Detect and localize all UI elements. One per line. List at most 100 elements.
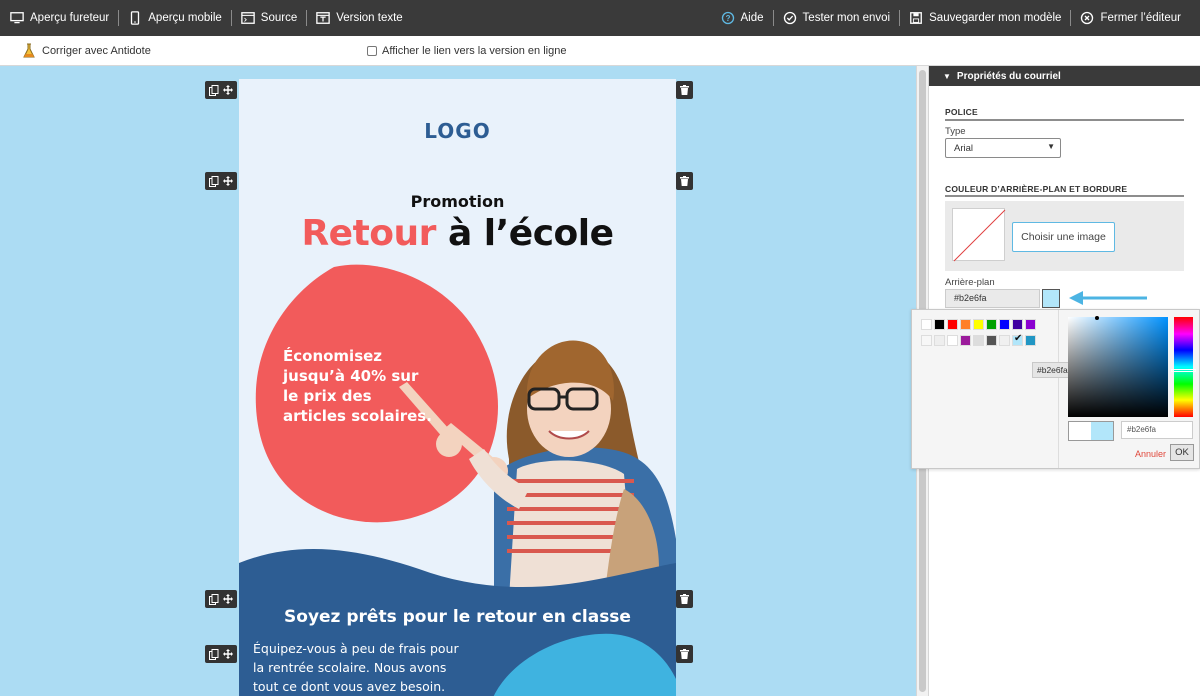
section-divider — [945, 195, 1184, 197]
bg-section-title: COULEUR D’ARRIÈRE-PLAN ET BORDURE — [945, 184, 1128, 194]
palette-swatch[interactable] — [986, 319, 997, 330]
svg-text:?: ? — [725, 14, 730, 23]
offer-text: Économisez jusqu’à 40% sur le prix des a… — [283, 347, 432, 425]
help-button[interactable]: ? Aide — [721, 11, 773, 25]
palette-swatch[interactable] — [921, 335, 932, 346]
block-handle-left[interactable] — [205, 172, 237, 190]
block-handle-left[interactable] — [205, 645, 237, 663]
block-handle-right[interactable] — [676, 645, 693, 663]
dropdown-arrow-icon: ▼ — [1047, 142, 1055, 151]
checkmark-icon: ✔ — [1014, 333, 1023, 344]
background-color-swatch[interactable] — [1042, 289, 1060, 308]
font-type-select[interactable]: Arial ▼ — [945, 138, 1061, 158]
text-version-label: Version texte — [336, 12, 403, 24]
background-hex-input[interactable]: #b2e6fa — [945, 289, 1040, 308]
panel-header[interactable]: ▼ Propriétés du courriel — [929, 66, 1200, 86]
mobile-preview-button[interactable]: Aperçu mobile — [119, 11, 231, 25]
block-handle-right[interactable] — [676, 81, 693, 99]
palette-swatch[interactable] — [934, 319, 945, 330]
headline-rest: à l’école — [435, 213, 614, 254]
current-color — [1091, 422, 1113, 440]
arrow-left-icon — [1069, 291, 1147, 305]
close-editor-label: Fermer l’éditeur — [1100, 12, 1181, 24]
section-divider — [945, 119, 1184, 121]
secondary-toolbar: Corriger avec Antidote Afficher le lien … — [0, 36, 1200, 66]
move-icon — [223, 85, 233, 95]
no-image-swatch[interactable] — [952, 208, 1006, 262]
email-preview: LOGO Promotion Retour à l’école Économis… — [239, 79, 676, 696]
text-document-icon — [316, 12, 330, 24]
palette-swatch[interactable] — [921, 319, 932, 330]
saturation-marker[interactable] — [1095, 316, 1099, 320]
mobile-preview-label: Aperçu mobile — [148, 12, 222, 24]
previous-color — [1069, 422, 1091, 440]
color-tooltip: #b2e6fa — [1032, 362, 1073, 378]
source-button[interactable]: Source — [232, 11, 306, 25]
section-body: Équipez-vous à peu de frais pour la rent… — [253, 641, 459, 694]
help-icon: ? — [721, 11, 734, 25]
cancel-link[interactable]: Annuler — [1135, 449, 1166, 459]
save-template-button[interactable]: Sauvegarder mon modèle — [900, 11, 1070, 25]
palette-swatch[interactable] — [947, 319, 958, 330]
text-version-button[interactable]: Version texte — [307, 11, 411, 25]
color-compare — [1068, 421, 1114, 441]
palette-swatch[interactable] — [1012, 319, 1023, 330]
save-disk-icon — [910, 12, 923, 24]
palette-swatch[interactable] — [973, 319, 984, 330]
antidote-label: Corriger avec Antidote — [42, 44, 151, 57]
palette-swatch[interactable] — [973, 335, 984, 346]
trash-icon — [680, 649, 689, 659]
font-section-title: POLICE — [945, 107, 978, 117]
section-title: Soyez prêts pour le retour en classe — [284, 607, 631, 627]
panel-title: Propriétés du courriel — [956, 70, 1061, 82]
font-type-value: Arial — [954, 143, 974, 154]
editor-canvas: LOGO Promotion Retour à l’école Économis… — [0, 66, 916, 696]
browser-preview-label: Aperçu fureteur — [30, 12, 110, 24]
palette-swatch[interactable] — [999, 319, 1010, 330]
picker-hex-input[interactable]: #b2e6fa — [1121, 421, 1193, 439]
copy-icon — [209, 648, 219, 660]
palette-swatch[interactable] — [1025, 319, 1036, 330]
choose-image-button[interactable]: Choisir une image — [1012, 222, 1115, 252]
antidote-button[interactable]: Corriger avec Antidote — [22, 43, 151, 59]
move-icon — [223, 649, 233, 659]
move-icon — [223, 176, 233, 186]
palette-swatch[interactable] — [934, 335, 945, 346]
palette-row — [921, 319, 1036, 330]
copy-icon — [209, 593, 219, 605]
save-template-label: Sauvegarder mon modèle — [929, 12, 1062, 24]
test-send-button[interactable]: Tester mon envoi — [774, 11, 900, 25]
headline-highlight: Retour — [301, 213, 436, 254]
palette-swatch[interactable] — [947, 335, 958, 346]
trash-icon — [680, 85, 689, 95]
saturation-field[interactable] — [1068, 317, 1168, 417]
copy-icon — [209, 84, 219, 96]
copy-icon — [209, 175, 219, 187]
email-logo: LOGO — [424, 119, 491, 143]
block-handle-left[interactable] — [205, 590, 237, 608]
block-handle-left[interactable] — [205, 81, 237, 99]
palette-swatch[interactable] — [960, 319, 971, 330]
code-window-icon — [241, 12, 255, 24]
palette-swatch[interactable] — [999, 335, 1010, 346]
hue-slider[interactable] — [1174, 317, 1193, 417]
browser-preview-button[interactable]: Aperçu fureteur — [10, 11, 118, 25]
palette-swatch[interactable] — [986, 335, 997, 346]
email-headline: Retour à l’école — [239, 213, 676, 254]
check-circle-icon — [783, 11, 796, 25]
color-palette: ✔ #b2e6fa — [912, 310, 1073, 468]
block-handle-right[interactable] — [676, 172, 693, 190]
online-link-checkbox[interactable] — [367, 45, 377, 56]
background-label: Arrière-plan — [945, 277, 995, 288]
help-label: Aide — [740, 12, 764, 24]
flask-icon — [23, 43, 35, 57]
top-toolbar: Aperçu fureteur Aperçu mobile Source Ver… — [0, 0, 1200, 36]
block-handle-right[interactable] — [676, 590, 693, 608]
palette-swatch[interactable]: ✔ — [1012, 333, 1023, 346]
close-editor-button[interactable]: Fermer l’éditeur — [1071, 11, 1190, 25]
ok-button[interactable]: OK — [1170, 444, 1194, 461]
background-image-box: Choisir une image — [945, 201, 1184, 271]
palette-swatch[interactable] — [960, 335, 971, 346]
hue-slider-handle[interactable] — [1171, 369, 1196, 372]
palette-swatch[interactable] — [1025, 335, 1036, 346]
